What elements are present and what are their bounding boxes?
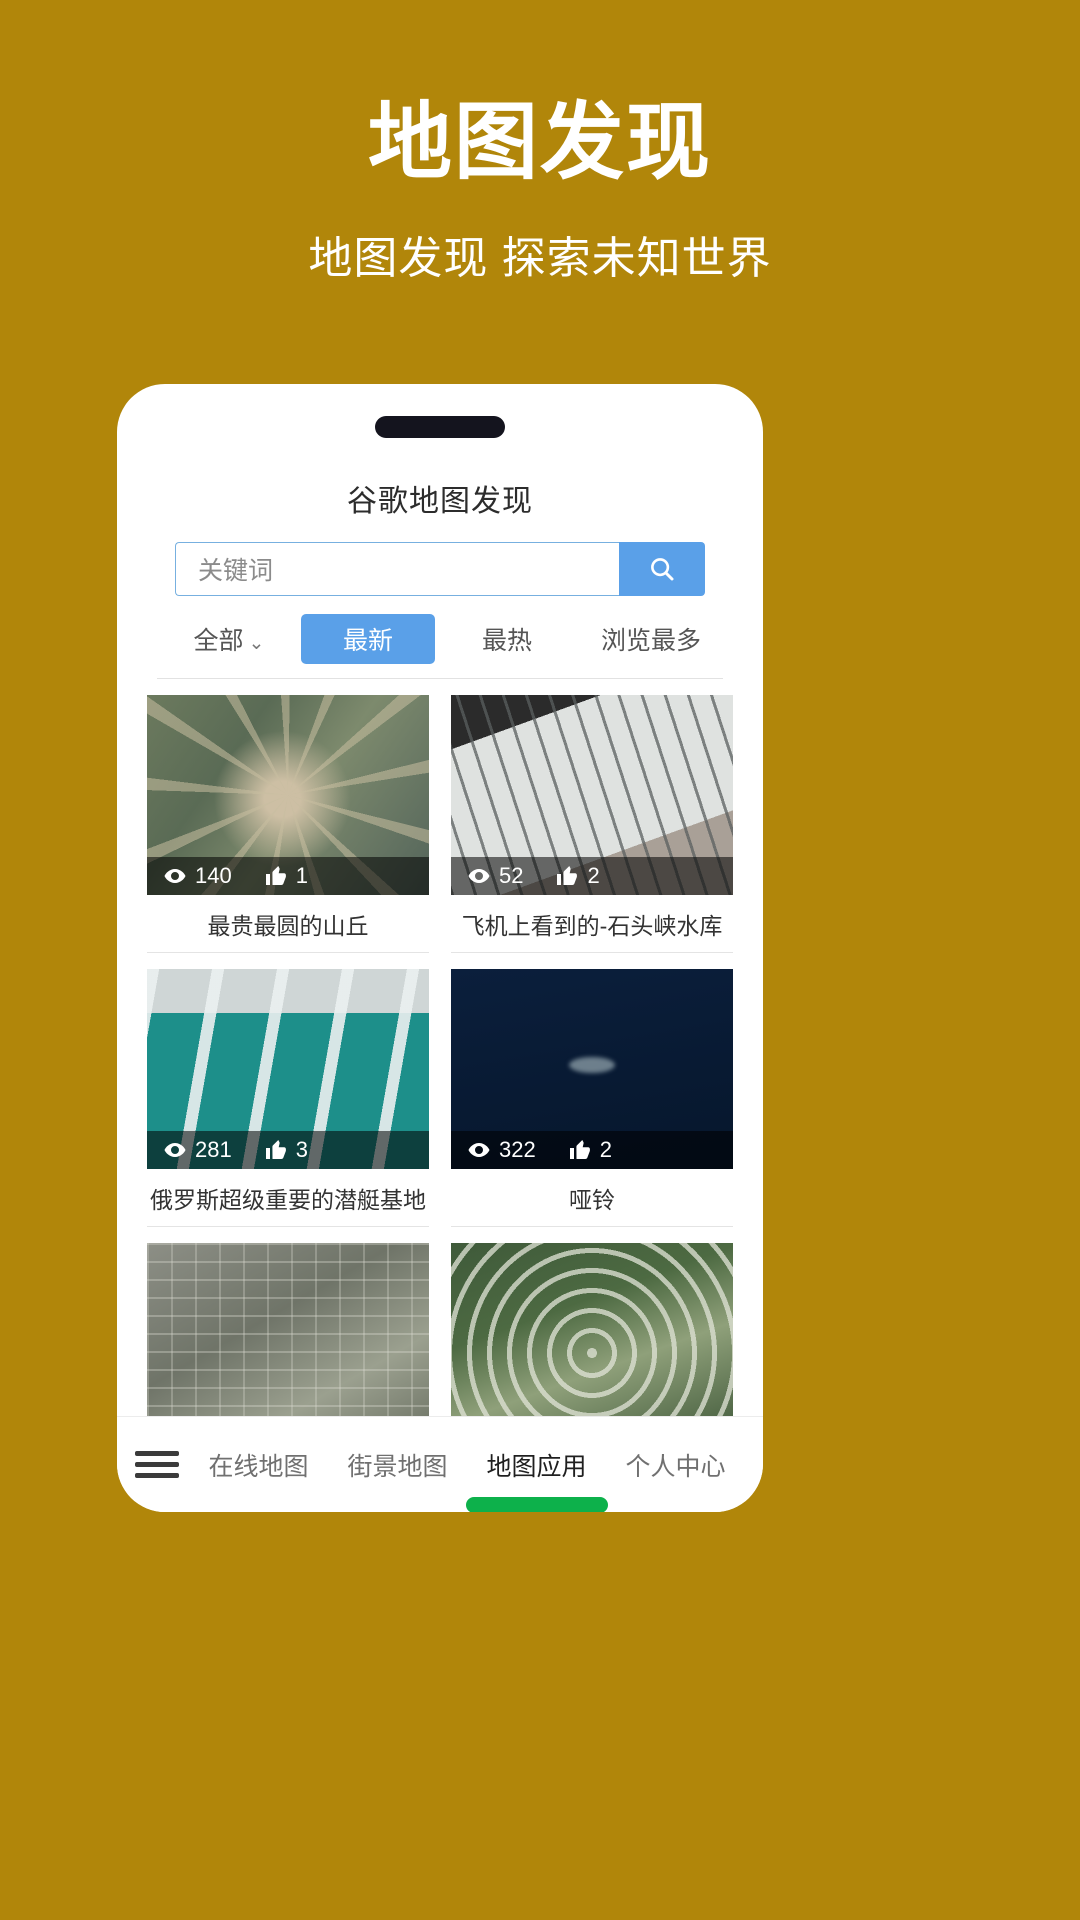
nav-item-online-map[interactable]: 在线地图 [189, 1447, 328, 1483]
app-title: 谷歌地图发现 [347, 485, 533, 518]
search-bar: 关键词 [175, 542, 705, 596]
like-count-value: 2 [587, 863, 600, 888]
tab-all-label: 全部 [193, 627, 244, 655]
tab-newest[interactable]: 最新 [301, 614, 435, 664]
card-stats: 322 2 [451, 1131, 733, 1169]
card-item[interactable]: 52 2 飞机上看到的-石头峡水库 [451, 695, 733, 953]
view-count-value: 281 [195, 1137, 232, 1162]
card-thumbnail[interactable]: 322 2 [451, 969, 733, 1169]
like-count: 1 [264, 863, 308, 889]
view-count-value: 140 [195, 863, 232, 888]
card-item[interactable]: 322 2 哑铃 [451, 969, 733, 1227]
card-item[interactable] [451, 1243, 733, 1443]
bottom-navigation: 在线地图 街景地图 地图应用 个人中心 [117, 1416, 763, 1512]
like-count-value: 2 [599, 1137, 612, 1162]
page-title: 地图发现 [367, 95, 712, 189]
card-title: 最贵最圆的山丘 [147, 895, 429, 953]
thumbs-up-icon [265, 1140, 286, 1159]
view-count: 281 [163, 1137, 232, 1163]
tab-most-viewed[interactable]: 浏览最多 [579, 614, 723, 664]
view-count: 52 [467, 863, 523, 889]
nav-item-profile[interactable]: 个人中心 [606, 1447, 745, 1483]
like-count: 3 [264, 1137, 308, 1163]
phone-notch [375, 416, 505, 438]
nav-item-map-apps-label: 地图应用 [486, 1452, 587, 1481]
card-thumbnail[interactable]: 140 1 [147, 695, 429, 895]
view-count-value: 52 [499, 863, 524, 888]
search-icon [651, 558, 674, 581]
view-count: 140 [163, 863, 232, 889]
search-input[interactable]: 关键词 [175, 542, 619, 596]
like-count: 2 [568, 1137, 612, 1163]
eye-icon [164, 1143, 186, 1157]
nav-item-map-apps[interactable]: 地图应用 [465, 1447, 608, 1512]
like-count-value: 1 [295, 863, 308, 888]
eye-icon [164, 869, 186, 883]
card-thumbnail[interactable] [451, 1243, 733, 1443]
phone-mockup: 谷歌地图发现 关键词 全部 ⌄ 最新 最热 浏览最多 140 1 最贵最圆的山丘… [117, 384, 763, 1512]
card-title: 俄罗斯超级重要的潜艇基地 [147, 1169, 429, 1227]
thumbs-up-icon [557, 866, 578, 885]
page-subtitle: 地图发现 探索未知世界 [308, 234, 772, 284]
card-title: 哑铃 [451, 1169, 733, 1227]
view-count: 322 [467, 1137, 536, 1163]
like-count-value: 3 [295, 1137, 308, 1162]
thumbs-up-icon [569, 1140, 590, 1159]
search-button[interactable] [619, 542, 705, 596]
eye-icon [468, 1143, 490, 1157]
thumbs-up-icon [265, 866, 286, 885]
eye-icon [468, 869, 490, 883]
hamburger-icon[interactable] [135, 1445, 179, 1484]
chevron-down-icon: ⌄ [248, 633, 265, 654]
nav-item-street-view[interactable]: 街景地图 [328, 1447, 467, 1483]
card-stats: 52 2 [451, 857, 733, 895]
card-item[interactable]: 281 3 俄罗斯超级重要的潜艇基地 [147, 969, 429, 1227]
card-item[interactable] [147, 1243, 429, 1443]
tab-hottest[interactable]: 最热 [435, 614, 579, 664]
card-thumbnail[interactable]: 52 2 [451, 695, 733, 895]
card-thumbnail[interactable]: 281 3 [147, 969, 429, 1169]
filter-tabs: 全部 ⌄ 最新 最热 浏览最多 [157, 614, 723, 679]
card-stats: 281 3 [147, 1131, 429, 1169]
card-title: 飞机上看到的-石头峡水库 [451, 895, 733, 953]
hero-section: 地图发现 地图发现 探索未知世界 [0, 0, 1080, 286]
card-thumbnail[interactable] [147, 1243, 429, 1443]
card-grid: 140 1 最贵最圆的山丘 52 2 飞机上看到的-石头峡水库 281 3 俄罗… [147, 695, 733, 1459]
view-count-value: 322 [499, 1137, 536, 1162]
card-stats: 140 1 [147, 857, 429, 895]
card-item[interactable]: 140 1 最贵最圆的山丘 [147, 695, 429, 953]
like-count: 2 [555, 863, 600, 889]
satellite-image [451, 1243, 733, 1443]
search-placeholder: 关键词 [198, 557, 274, 585]
nav-active-indicator [465, 1496, 608, 1512]
tab-all[interactable]: 全部 ⌄ [157, 614, 301, 664]
satellite-image [147, 1243, 429, 1443]
